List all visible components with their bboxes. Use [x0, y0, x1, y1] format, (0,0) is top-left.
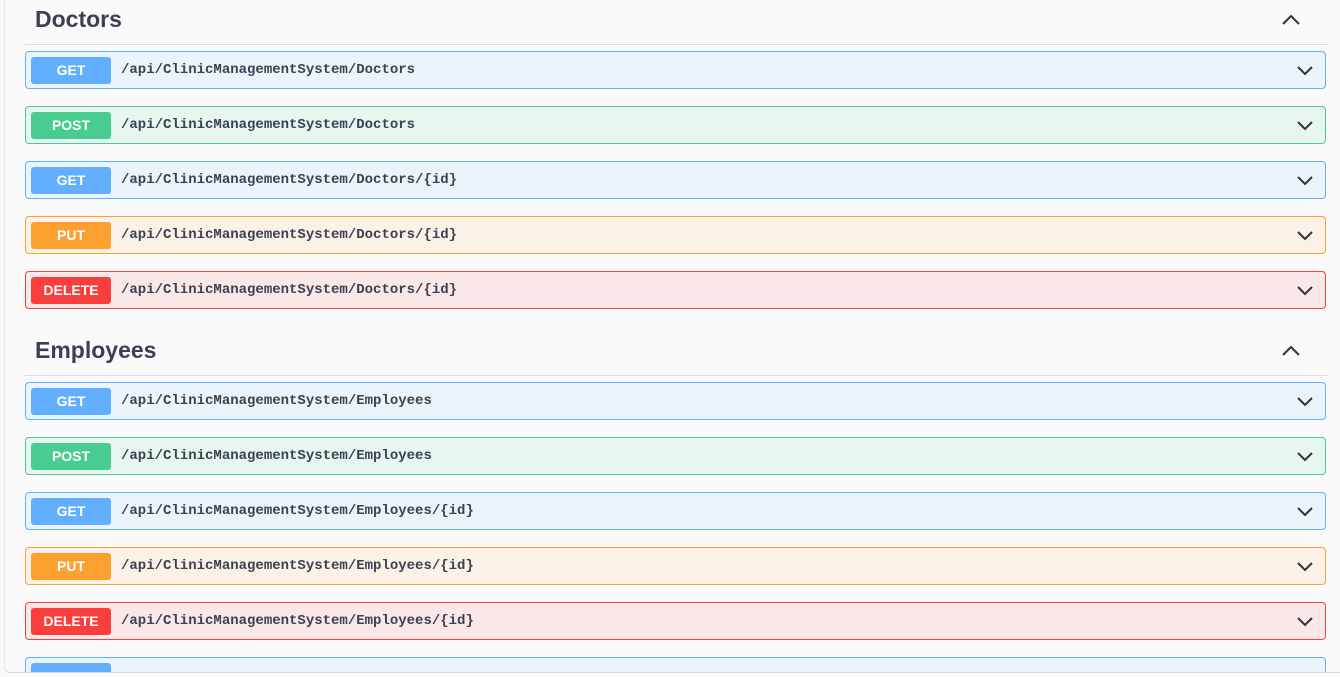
operation-row[interactable]: PUT /api/ClinicManagementSystem/Employee… [25, 547, 1326, 585]
chevron-down-icon[interactable] [1295, 558, 1315, 574]
operation-row[interactable]: GET /api/ClinicManagementSystem/Employee… [25, 382, 1326, 420]
operation-path: /api/ClinicManagementSystem/Employees/{i… [121, 558, 474, 574]
chevron-down-icon[interactable] [1295, 393, 1315, 409]
operation-path: /api/ClinicManagementSystem/Doctors/{id} [121, 227, 458, 243]
method-badge-post: POST [31, 112, 111, 139]
chevron-down-icon[interactable] [1295, 227, 1315, 243]
chevron-down-icon[interactable] [1295, 613, 1315, 629]
operation-row[interactable]: PUT /api/ClinicManagementSystem/Doctors/… [25, 216, 1326, 254]
operation-path: /api/ClinicManagementSystem/Employees [121, 393, 432, 409]
operation-row[interactable]: GET /api/ClinicManagementSystem/Doctors/… [25, 161, 1326, 199]
chevron-up-icon[interactable] [1280, 342, 1302, 360]
method-badge-get: GET [31, 57, 111, 84]
chevron-up-icon[interactable] [1280, 11, 1302, 29]
chevron-down-icon[interactable] [1295, 62, 1315, 78]
operation-row[interactable]: GET /api/ClinicManagementSystem/Employee… [25, 492, 1326, 530]
method-badge-delete: DELETE [31, 608, 111, 635]
operation-path: /api/ClinicManagementSystem/Employees/{i… [121, 613, 474, 629]
chevron-down-icon[interactable] [1295, 282, 1315, 298]
swagger-operations-page: Doctors GET /api/ClinicManagementSystem/… [4, 0, 1340, 673]
tag-header-doctors[interactable]: Doctors [25, 0, 1328, 45]
chevron-down-icon[interactable] [1295, 117, 1315, 133]
operation-path: /api/ClinicManagementSystem/Employees/{i… [121, 503, 474, 519]
chevron-down-icon[interactable] [1295, 172, 1315, 188]
tag-title: Employees [35, 337, 157, 363]
method-badge-get: GET [31, 388, 111, 415]
operation-row-partial[interactable] [25, 657, 1326, 672]
method-badge-put: PUT [31, 553, 111, 580]
tag-header-employees[interactable]: Employees [25, 331, 1328, 376]
operation-row[interactable]: DELETE /api/ClinicManagementSystem/Docto… [25, 271, 1326, 309]
tag-section-employees: Employees GET /api/ClinicManagementSyste… [25, 331, 1328, 672]
chevron-down-icon[interactable] [1295, 448, 1315, 464]
operation-path: /api/ClinicManagementSystem/Employees [121, 448, 432, 464]
method-badge-put: PUT [31, 222, 111, 249]
operation-path: /api/ClinicManagementSystem/Doctors [121, 117, 416, 133]
method-badge-get: GET [31, 167, 111, 194]
chevron-down-icon[interactable] [1295, 503, 1315, 519]
method-badge-get [31, 663, 111, 672]
tag-section-doctors: Doctors GET /api/ClinicManagementSystem/… [25, 0, 1328, 309]
operation-row[interactable]: GET /api/ClinicManagementSystem/Doctors [25, 51, 1326, 89]
method-badge-post: POST [31, 443, 111, 470]
method-badge-get: GET [31, 498, 111, 525]
operation-path: /api/ClinicManagementSystem/Doctors/{id} [121, 282, 458, 298]
operation-row[interactable]: POST /api/ClinicManagementSystem/Doctors [25, 106, 1326, 144]
tag-title: Doctors [35, 6, 122, 32]
operation-path: /api/ClinicManagementSystem/Doctors/{id} [121, 172, 458, 188]
operation-row[interactable]: POST /api/ClinicManagementSystem/Employe… [25, 437, 1326, 475]
method-badge-delete: DELETE [31, 277, 111, 304]
operation-row[interactable]: DELETE /api/ClinicManagementSystem/Emplo… [25, 602, 1326, 640]
operation-path: /api/ClinicManagementSystem/Doctors [121, 62, 416, 78]
